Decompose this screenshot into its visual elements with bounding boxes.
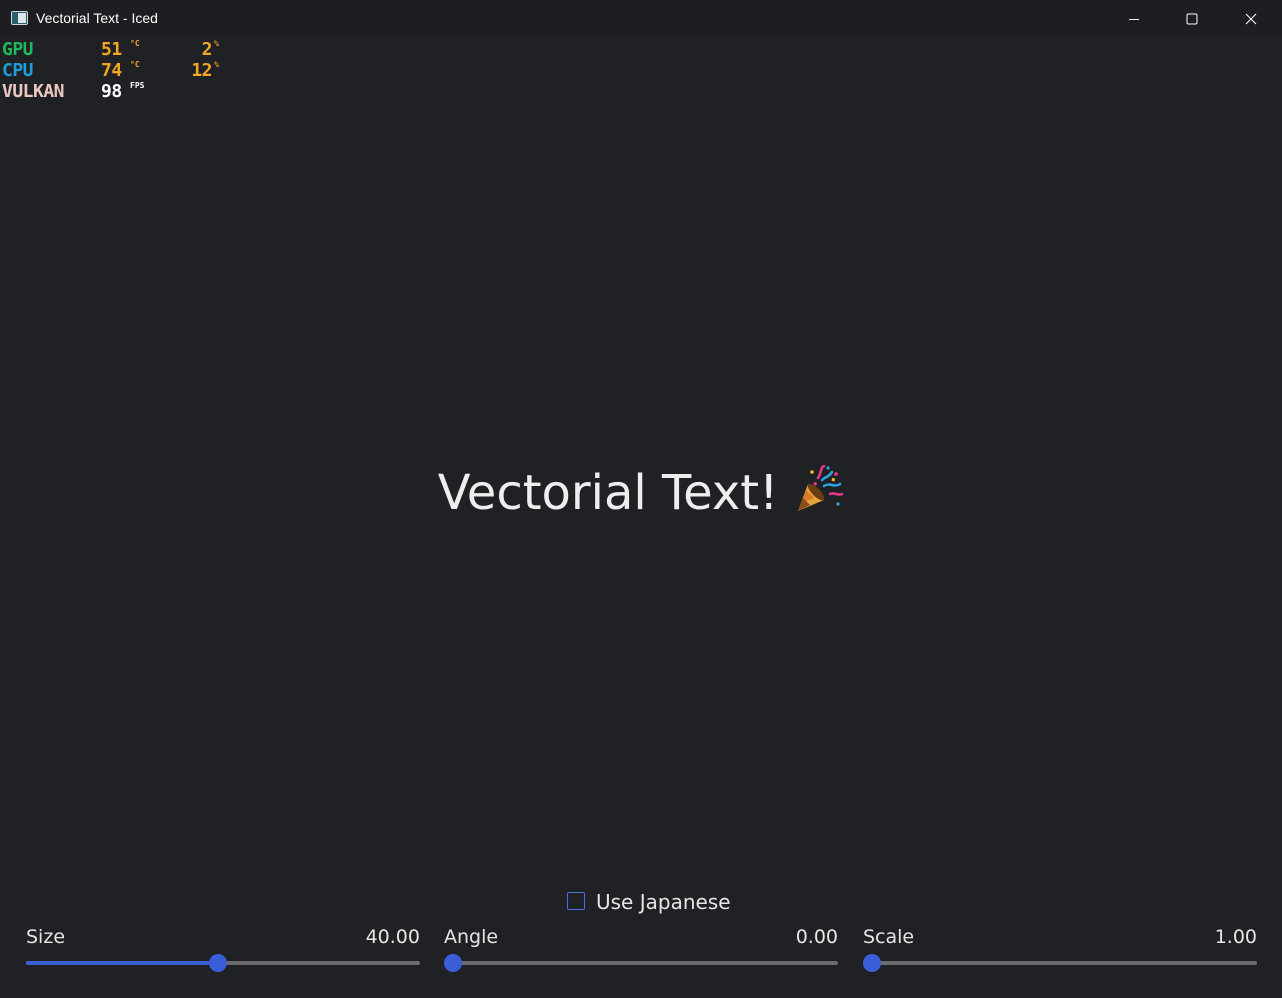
overlay-row-gpu: GPU 51 °C 2 %	[2, 38, 242, 60]
size-slider-group: Size 40.00	[26, 926, 420, 974]
app-window: Vectorial Text - Iced GPU 51 °C 2 % CPU …	[0, 0, 1282, 998]
use-japanese-label[interactable]: Use Japanese	[596, 890, 731, 914]
close-button[interactable]	[1222, 0, 1280, 38]
angle-value: 0.00	[795, 926, 838, 948]
overlay-value-secondary: 12	[191, 60, 212, 81]
party-popper-icon	[792, 464, 844, 516]
maximize-icon	[1186, 13, 1198, 25]
overlay-value-secondary: 2	[201, 39, 213, 60]
overlay-unit-secondary: %	[214, 60, 219, 69]
vectorial-text: Vectorial Text!	[437, 465, 779, 521]
app-icon	[11, 11, 28, 25]
overlay-unit-secondary: %	[214, 39, 219, 48]
overlay-value: 51	[101, 39, 122, 60]
maximize-button[interactable]	[1163, 0, 1221, 38]
overlay-unit: °C	[130, 39, 140, 48]
overlay-unit: °C	[130, 60, 140, 69]
overlay-value: 74	[101, 60, 122, 81]
vectorial-text-canvas: Vectorial Text!	[0, 464, 1282, 522]
angle-slider-handle[interactable]	[444, 954, 462, 972]
angle-label: Angle	[444, 926, 499, 948]
overlay-unit: FPS	[130, 81, 145, 90]
overlay-label: CPU	[2, 60, 34, 81]
use-japanese-toggle[interactable]: Use Japanese	[567, 889, 731, 914]
size-slider[interactable]	[26, 954, 420, 972]
overlay-label: VULKAN	[2, 81, 65, 102]
scale-slider[interactable]	[863, 954, 1257, 972]
size-slider-fill	[26, 961, 218, 965]
title-bar[interactable]: Vectorial Text - Iced	[0, 0, 1282, 38]
overlay-label: GPU	[2, 39, 34, 60]
scale-slider-group: Scale 1.00	[863, 926, 1257, 974]
size-slider-handle[interactable]	[209, 954, 227, 972]
window-title: Vectorial Text - Iced	[36, 10, 158, 26]
scale-label: Scale	[863, 926, 915, 948]
minimize-icon	[1129, 19, 1139, 20]
overlay-row-vulkan: VULKAN 98 FPS	[2, 80, 242, 102]
minimize-button[interactable]	[1105, 0, 1163, 38]
performance-overlay: GPU 51 °C 2 % CPU 74 °C 12 % VULKAN 98 F…	[2, 38, 242, 102]
angle-slider[interactable]	[444, 954, 838, 972]
scale-slider-handle[interactable]	[863, 954, 881, 972]
overlay-value: 98	[101, 81, 122, 102]
close-icon	[1245, 13, 1257, 25]
size-label: Size	[26, 926, 66, 948]
angle-slider-group: Angle 0.00	[444, 926, 838, 974]
size-value: 40.00	[365, 926, 420, 948]
use-japanese-checkbox[interactable]	[567, 892, 585, 910]
scale-value: 1.00	[1214, 926, 1257, 948]
overlay-row-cpu: CPU 74 °C 12 %	[2, 59, 242, 81]
